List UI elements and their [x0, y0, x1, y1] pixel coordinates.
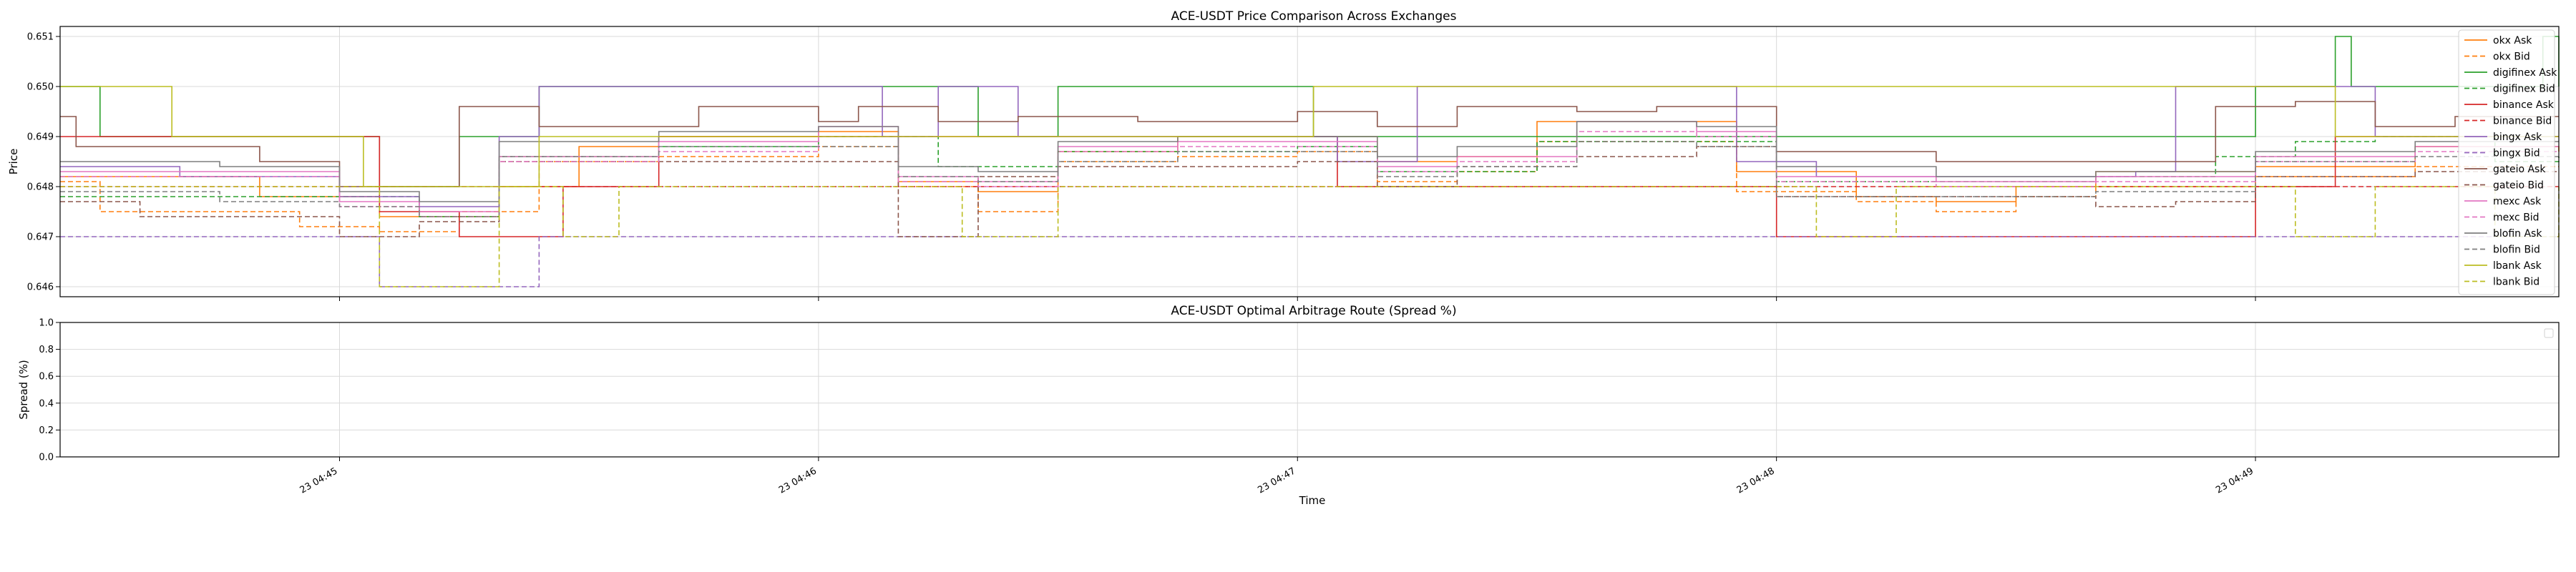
legend-label: digifinex Bid	[2493, 84, 2555, 95]
legend-label: mexc Bid	[2493, 212, 2540, 224]
spread-y-tick-label: 0.8	[39, 345, 54, 355]
spread-y-tick-label: 0.2	[39, 425, 54, 436]
spread-y-tick-label: 1.0	[39, 318, 54, 329]
spread-x-axis-label: Time	[1299, 494, 1326, 507]
price-y-tick-label: 0.646	[27, 282, 54, 293]
chart-canvas: ACE-USDT Price Comparison Across Exchang…	[0, 0, 2576, 572]
spread-y-axis-label: Spread (%)	[17, 360, 30, 420]
legend-label: bingx Bid	[2493, 148, 2540, 159]
legend-label: blofin Bid	[2493, 245, 2540, 256]
price-legend: okx Ask okx Bid digifinex Ask digifinex Bid…	[2458, 29, 2557, 295]
price-y-tick-label: 0.650	[27, 82, 54, 93]
spread-y-tick-label: 0.6	[39, 372, 54, 383]
legend-label: lbank Ask	[2493, 260, 2542, 272]
legend-label: gateio Ask	[2493, 164, 2546, 175]
price-y-tick-label: 0.649	[27, 132, 54, 143]
price-y-tick-label: 0.647	[27, 232, 54, 243]
legend-label: blofin Ask	[2493, 228, 2542, 240]
legend-label: okx Ask	[2493, 35, 2532, 46]
price-y-tick-label: 0.651	[27, 32, 54, 43]
legend-label: okx Bid	[2493, 51, 2530, 63]
legend-label: lbank Bid	[2493, 277, 2540, 288]
price-y-tick-label: 0.648	[27, 182, 54, 193]
spread-legend-box	[2544, 328, 2554, 338]
legend-label: gateio Bid	[2493, 180, 2544, 192]
legend-label: binance Ask	[2493, 99, 2555, 111]
legend-label: mexc Ask	[2493, 196, 2542, 207]
legend-label: digifinex Ask	[2493, 67, 2557, 79]
legend-label: binance Bid	[2493, 116, 2552, 127]
spread-y-tick-label: 0.4	[39, 398, 54, 409]
spread-y-tick-label: 0.0	[39, 453, 54, 463]
legend-label: bingx Ask	[2493, 132, 2542, 143]
price-chart-title: ACE-USDT Price Comparison Across Exchang…	[1171, 9, 1457, 24]
spread-chart-title: ACE-USDT Optimal Arbitrage Route (Spread…	[1171, 304, 1456, 318]
price-y-axis-label: Price	[7, 149, 20, 175]
